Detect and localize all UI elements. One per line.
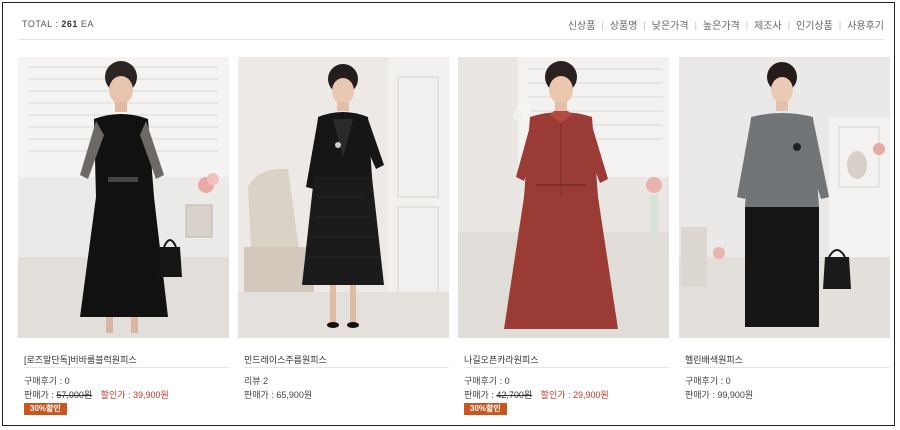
product-card: [로즈말단독]비바룸블럭원피스 구매후기 : 0 판매가 : 57,000원 할… bbox=[18, 57, 229, 417]
product-card: 민드레이스주름원피스 리뷰 2 판매가 : 65,900원 bbox=[238, 57, 449, 417]
total-unit: EA bbox=[80, 19, 94, 29]
sort-low-price[interactable]: 낮은가격 bbox=[652, 17, 689, 32]
price-label: 판매가 : bbox=[464, 390, 497, 400]
discount-badge: 30%할인 bbox=[464, 403, 507, 415]
sort-high-price[interactable]: 높은가격 bbox=[703, 17, 740, 32]
total-label: TOTAL : bbox=[22, 19, 62, 29]
price-label: 판매가 : bbox=[244, 390, 277, 400]
product-photo-illustration bbox=[679, 57, 890, 338]
total-count: TOTAL : 261 EA bbox=[22, 19, 94, 29]
product-name[interactable]: [로즈말단독]비바룸블럭원피스 bbox=[24, 353, 137, 366]
review-count: 구매후기 : 0 bbox=[685, 376, 731, 386]
discount-badge: 30%할인 bbox=[24, 403, 67, 415]
divider bbox=[24, 367, 229, 368]
sort-divider: | bbox=[838, 19, 842, 30]
product-photo-illustration bbox=[238, 57, 449, 338]
product-image[interactable] bbox=[238, 57, 449, 338]
sort-divider: | bbox=[745, 19, 749, 30]
price: 99,900원 bbox=[717, 390, 754, 400]
review-count: 구매후기 : 0 bbox=[24, 376, 70, 386]
product-image[interactable] bbox=[18, 57, 229, 338]
sort-reviews[interactable]: 사용후기 bbox=[847, 17, 884, 32]
sort-new[interactable]: 신상품 bbox=[568, 17, 596, 32]
original-price: 57,000원 bbox=[56, 390, 93, 400]
product-grid: [로즈말단독]비바룸블럭원피스 구매후기 : 0 판매가 : 57,000원 할… bbox=[18, 57, 890, 417]
sort-name[interactable]: 상품명 bbox=[610, 17, 638, 32]
price-label: 판매가 : bbox=[685, 390, 718, 400]
sort-divider: | bbox=[694, 19, 697, 30]
price-row: 판매가 : 57,000원 할인가 : 39,900원 bbox=[24, 388, 169, 401]
total-number: 261 bbox=[61, 19, 78, 29]
product-image[interactable] bbox=[458, 57, 669, 338]
sort-divider: | bbox=[601, 19, 604, 30]
sale-price: 39,900원 bbox=[133, 390, 169, 400]
sort-popular[interactable]: 인기상품 bbox=[796, 17, 833, 32]
sale-label: 할인가 : bbox=[100, 390, 134, 400]
divider bbox=[244, 367, 449, 368]
price-row: 판매가 : 99,900원 bbox=[685, 388, 753, 401]
product-name[interactable]: 민드레이스주름원피스 bbox=[244, 353, 327, 366]
sort-divider: | bbox=[643, 19, 646, 30]
divider bbox=[685, 367, 890, 368]
sort-menu: 신상품 | 상품명 | 낮은가격 | 높은가격 | 제조사 | 인기상품 | 사… bbox=[568, 17, 884, 33]
divider bbox=[464, 367, 669, 368]
product-card: 헬린배색원피스 구매후기 : 0 판매가 : 99,900원 bbox=[679, 57, 890, 417]
sort-maker[interactable]: 제조사 bbox=[754, 17, 782, 32]
price-row: 판매가 : 65,900원 bbox=[244, 388, 312, 401]
sale-label: 할인가 : bbox=[540, 390, 574, 400]
product-photo-illustration bbox=[458, 57, 669, 338]
product-name[interactable]: 나길오픈카라원피스 bbox=[464, 353, 539, 366]
product-image[interactable] bbox=[679, 57, 890, 338]
review-count: 리뷰 2 bbox=[244, 376, 269, 386]
product-card: 나길오픈카라원피스 구매후기 : 0 판매가 : 42,700원 할인가 : 2… bbox=[458, 57, 669, 417]
price-row: 판매가 : 42,700원 할인가 : 29,900원 bbox=[464, 388, 609, 401]
sale-price: 29,900원 bbox=[573, 390, 609, 400]
product-photo-illustration bbox=[18, 57, 229, 338]
product-name[interactable]: 헬린배색원피스 bbox=[685, 353, 743, 366]
price: 65,900원 bbox=[276, 390, 313, 400]
list-toolbar: TOTAL : 261 EA 신상품 | 상품명 | 낮은가격 | 높은가격 |… bbox=[19, 13, 884, 40]
review-count: 구매후기 : 0 bbox=[464, 376, 510, 386]
price-label: 판매가 : bbox=[24, 390, 57, 400]
original-price: 42,700원 bbox=[496, 390, 533, 400]
sort-divider: | bbox=[787, 19, 791, 30]
